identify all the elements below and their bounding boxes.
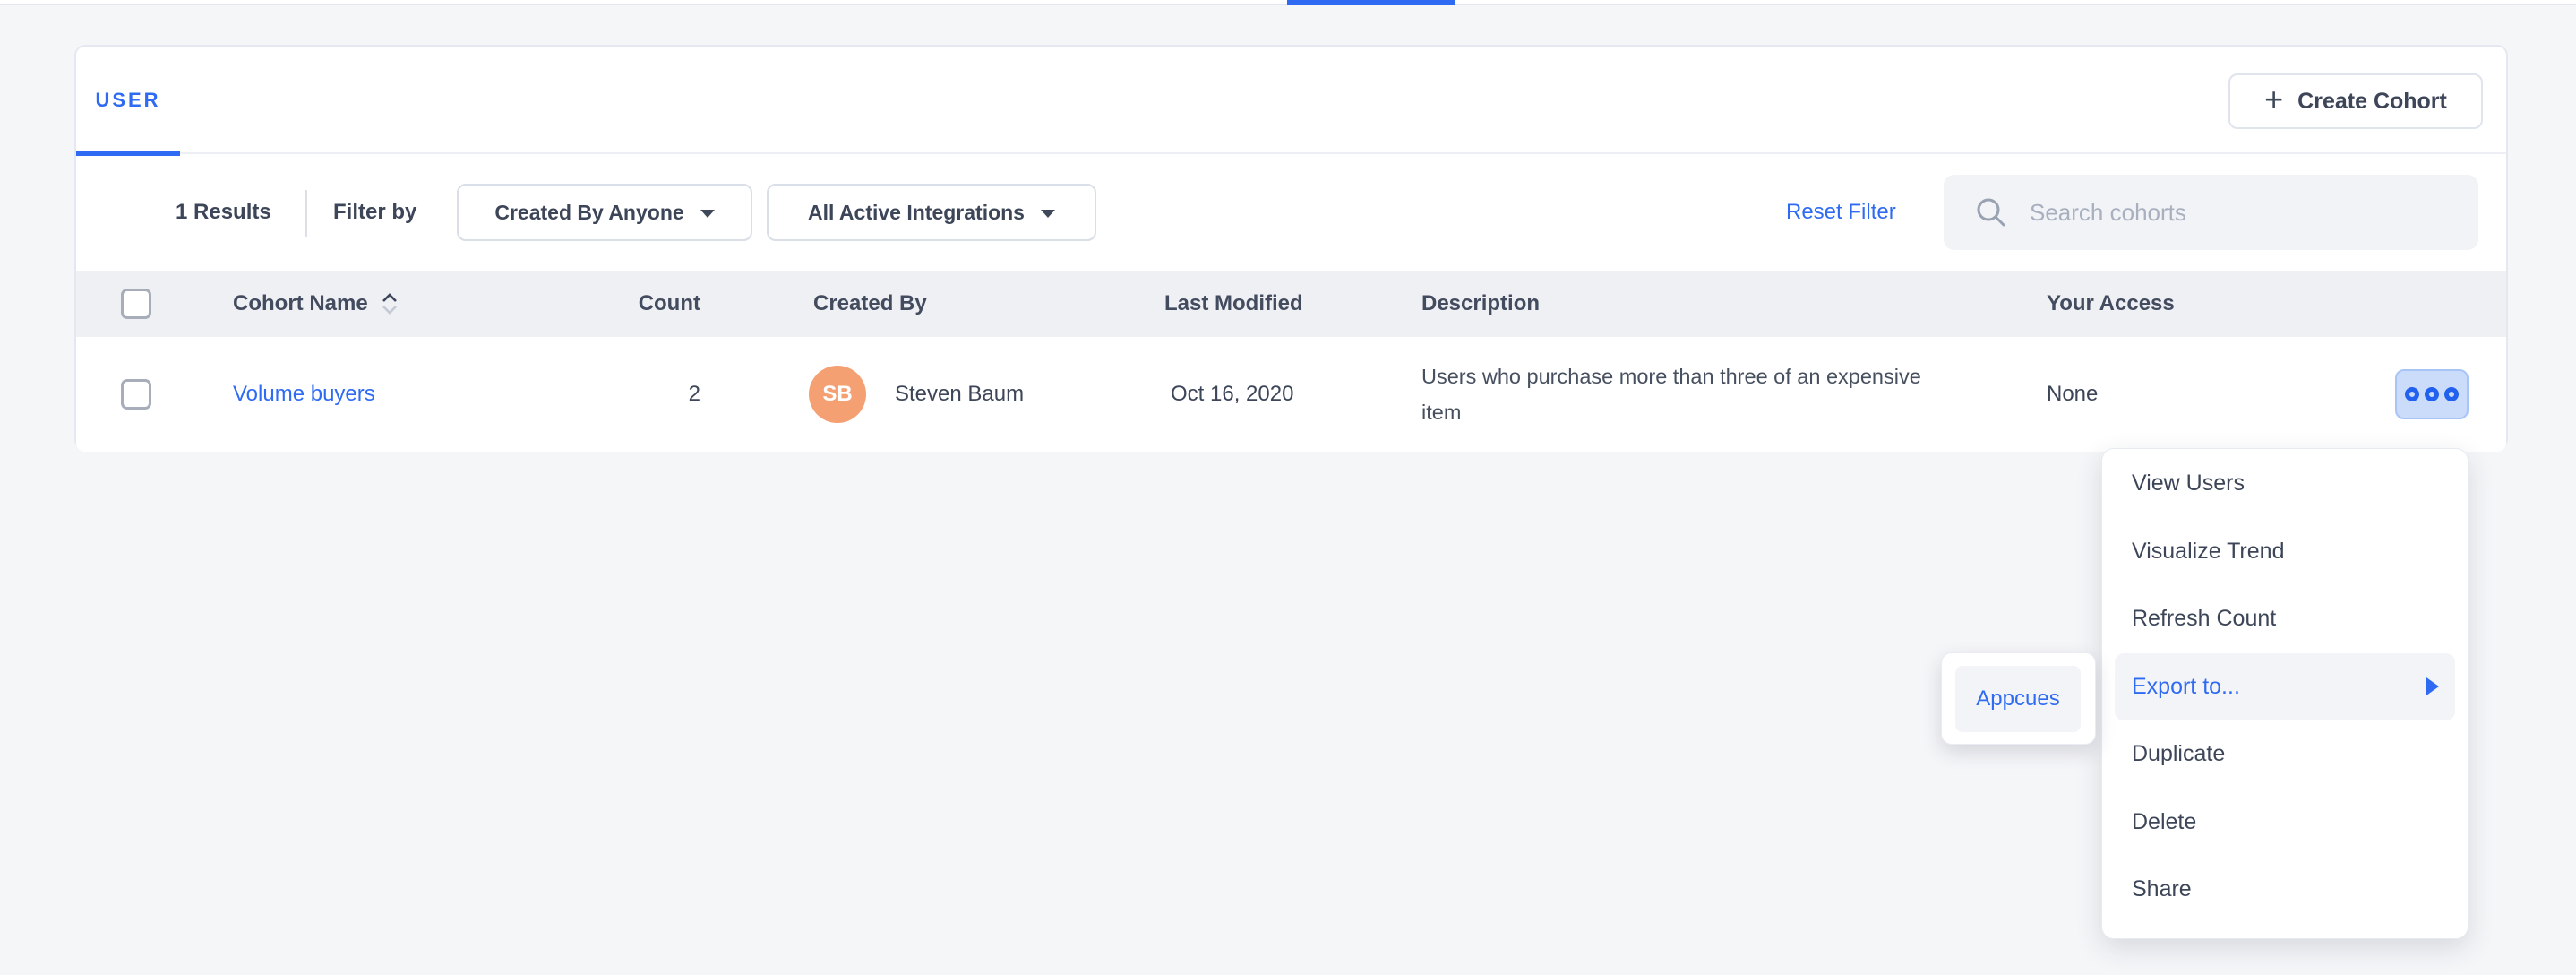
results-count: 1 Results (176, 154, 271, 271)
export-submenu: Appcues (1941, 652, 2096, 745)
submenu-arrow-icon (2426, 677, 2439, 695)
search-box (1944, 175, 2478, 250)
avatar: SB (809, 366, 866, 423)
filter-bar: 1 Results Filter by Created By Anyone Al… (76, 154, 2506, 271)
filter-by-label: Filter by (333, 154, 416, 271)
submenu-item-appcues[interactable]: Appcues (1955, 666, 2081, 732)
cohorts-page: USER + Create Cohort 1 Results Filter by… (0, 0, 2576, 975)
tab-user[interactable]: USER (76, 47, 180, 154)
header-created-by: Created By (813, 271, 927, 337)
header-cohort-name[interactable]: Cohort Name (233, 271, 400, 337)
menu-item-export-to-label: Export to... (2132, 674, 2240, 700)
menu-item-share[interactable]: Share (2102, 856, 2468, 924)
reset-filter-link[interactable]: Reset Filter (1786, 154, 1896, 271)
dot-icon (2425, 387, 2439, 401)
table-row: Volume buyers 2 SB Steven Baum Oct 16, 2… (76, 337, 2506, 452)
integrations-dropdown[interactable]: All Active Integrations (767, 184, 1096, 241)
created-by-dropdown[interactable]: Created By Anyone (457, 184, 752, 241)
your-access-cell: None (2047, 337, 2098, 452)
menu-item-refresh-count[interactable]: Refresh Count (2102, 585, 2468, 653)
created-by-cell: SB Steven Baum (809, 337, 1024, 452)
menu-item-view-users[interactable]: View Users (2102, 450, 2468, 518)
header-description: Description (1421, 271, 1923, 337)
filter-divider (305, 190, 307, 237)
active-tab-indicator (1287, 0, 1455, 5)
dot-icon (2405, 387, 2419, 401)
description-cell: Users who purchase more than three of an… (1421, 358, 1923, 430)
sort-icon (379, 291, 400, 316)
table-header: Cohort Name Count Created By Last Modifi… (76, 271, 2506, 337)
search-input[interactable] (2028, 198, 2422, 228)
dot-icon (2444, 387, 2459, 401)
plus-icon: + (2264, 83, 2283, 116)
menu-item-export-to[interactable]: Export to... (2115, 653, 2455, 721)
header-last-modified: Last Modified (1164, 271, 1303, 337)
menu-item-visualize-trend[interactable]: Visualize Trend (2102, 518, 2468, 586)
menu-item-delete[interactable]: Delete (2102, 789, 2468, 857)
created-by-dropdown-value: Created By Anyone (494, 201, 683, 225)
tab-bar: USER + Create Cohort (76, 47, 2506, 154)
search-icon (1974, 195, 2008, 229)
create-cohort-label: Create Cohort (2297, 89, 2447, 115)
tab-user-label: USER (95, 89, 160, 112)
row-checkbox[interactable] (121, 379, 151, 410)
chevron-down-icon (700, 210, 715, 218)
cohort-name-link[interactable]: Volume buyers (233, 382, 375, 407)
top-chrome-bar (0, 0, 2576, 5)
header-your-access: Your Access (2047, 271, 2175, 337)
last-modified-cell: Oct 16, 2020 (1171, 337, 1293, 452)
header-count: Count (614, 271, 700, 337)
menu-item-duplicate[interactable]: Duplicate (2102, 720, 2468, 789)
integrations-dropdown-value: All Active Integrations (808, 201, 1025, 225)
created-by-name: Steven Baum (895, 382, 1024, 407)
select-all-checkbox[interactable] (121, 289, 151, 319)
cohorts-card: USER + Create Cohort 1 Results Filter by… (74, 45, 2508, 450)
create-cohort-button[interactable]: + Create Cohort (2228, 73, 2483, 129)
cohort-count: 2 (614, 337, 700, 452)
row-actions-menu: View Users Visualize Trend Refresh Count… (2101, 448, 2469, 939)
row-actions-button[interactable] (2395, 369, 2469, 419)
chevron-down-icon (1041, 210, 1055, 218)
